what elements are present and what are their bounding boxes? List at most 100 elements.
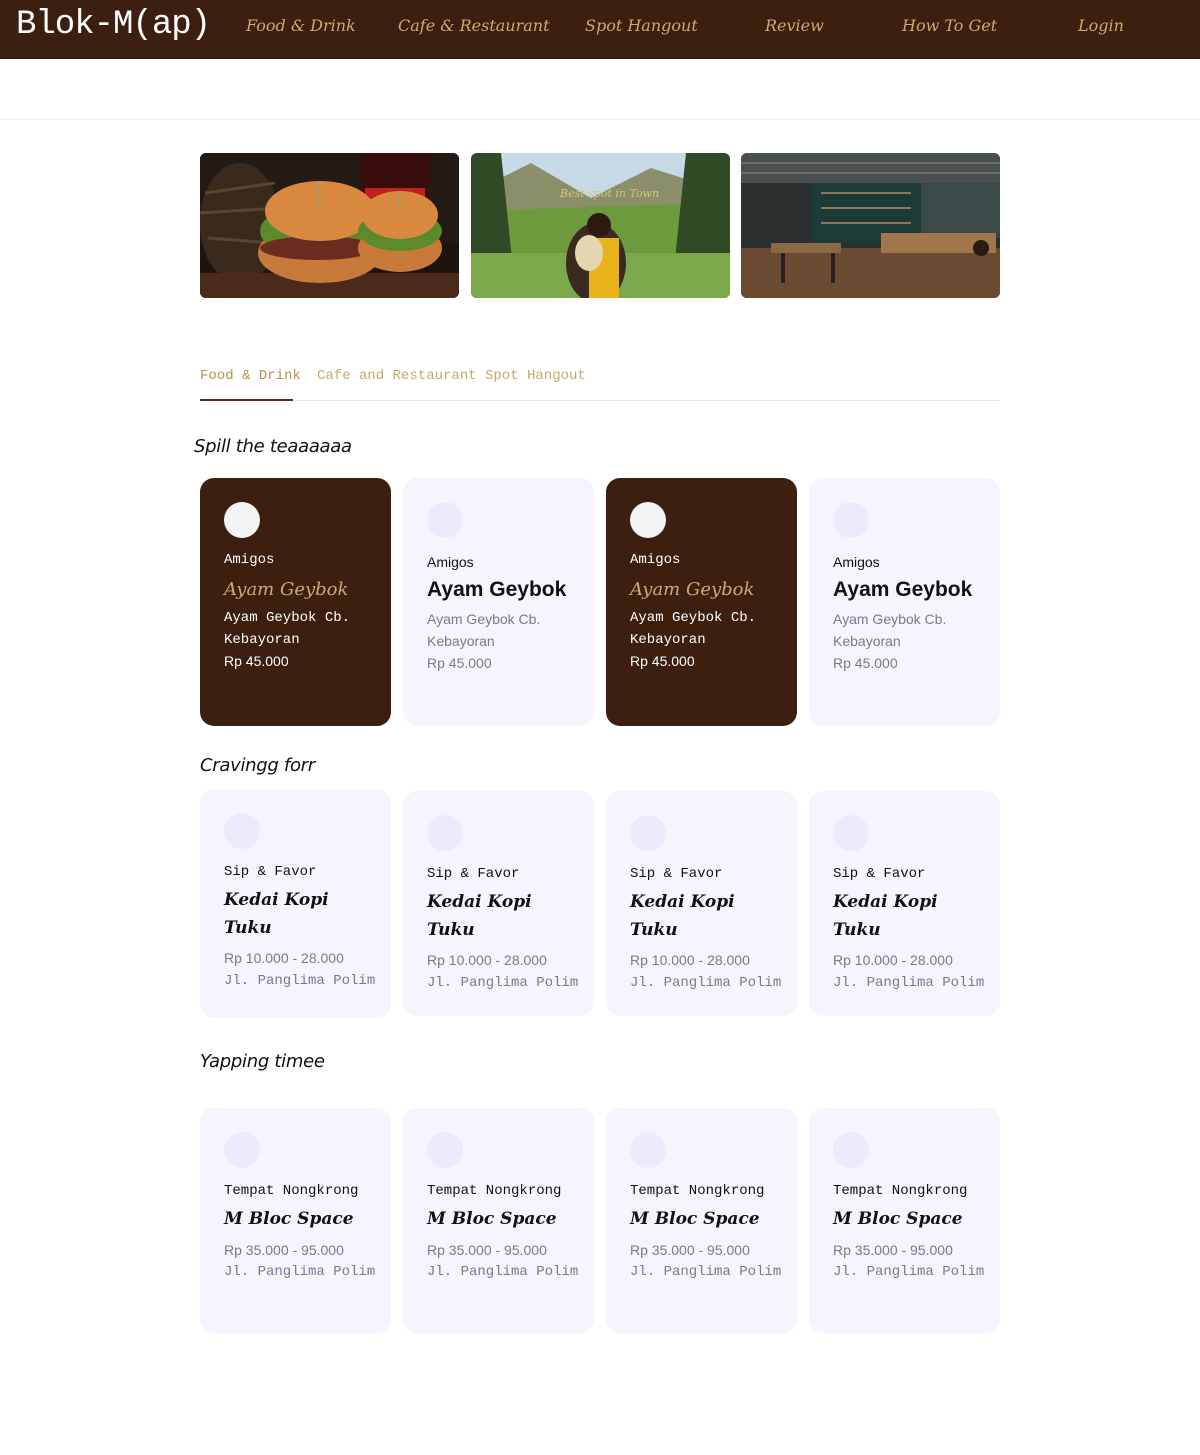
card-category: Tempat Nongkrong [833, 1183, 968, 1199]
avatar [224, 813, 260, 849]
tab-food-drink[interactable]: Food & Drink [200, 368, 301, 384]
card-category: Sip & Favor [630, 866, 723, 882]
card-location: Kebayoran [630, 632, 706, 648]
tabs-divider [200, 400, 1000, 401]
avatar [833, 815, 869, 851]
card-category: Sip & Favor [833, 866, 926, 882]
card-title: Ayam Geybok [630, 579, 755, 600]
card-address: Jl. Panglima Polim [833, 975, 985, 991]
nav-link-spot-hangout[interactable]: Spot Hangout [585, 16, 698, 35]
nav-link-how-to-get[interactable]: How To Get [902, 16, 997, 35]
card-category: Amigos [224, 552, 275, 568]
card-category: Tempat Nongkrong [224, 1183, 359, 1199]
nav-link-cafe-restaurant[interactable]: Cafe & Restaurant [398, 16, 550, 35]
card-title: Kedai Kopi [630, 892, 735, 912]
card-category: Amigos [833, 554, 880, 570]
hangout-card[interactable]: Tempat Nongkrong M Bloc Space Rp 35.000 … [403, 1108, 594, 1333]
card-price: Rp 10.000 - 28.000 [630, 952, 750, 968]
card-category: Amigos [630, 552, 681, 568]
card-price: Rp 45.000 [833, 655, 898, 671]
avatar [427, 1132, 463, 1168]
card-price: Rp 45.000 [224, 653, 289, 669]
card-title: Ayam Geybok [224, 579, 349, 600]
nav-link-food-drink[interactable]: Food & Drink [246, 16, 356, 35]
card-category: Tempat Nongkrong [427, 1183, 562, 1199]
divider [0, 119, 1200, 120]
hero-image-burger [200, 153, 459, 298]
card-title: Ayam Geybok [427, 578, 567, 601]
food-card[interactable]: Amigos Ayam Geybok Ayam Geybok Cb. Kebay… [809, 478, 1000, 726]
card-title: M Bloc Space [224, 1209, 354, 1229]
tab-spot-hangout[interactable]: Spot Hangout [485, 368, 586, 384]
card-description: Ayam Geybok Cb. [427, 611, 541, 627]
card-title: M Bloc Space [427, 1209, 557, 1229]
avatar [224, 502, 260, 538]
card-location: Kebayoran [224, 632, 300, 648]
cafe-card[interactable]: Sip & Favor Kedai Kopi Tuku Rp 10.000 - … [403, 791, 594, 1016]
card-address: Jl. Panglima Polim [630, 975, 782, 991]
card-title: Kedai Kopi [427, 892, 532, 912]
hangout-card[interactable]: Tempat Nongkrong M Bloc Space Rp 35.000 … [200, 1108, 391, 1333]
brand-logo[interactable]: Blok-M(ap) [16, 6, 211, 44]
card-location: Kebayoran [833, 633, 901, 649]
card-title-line-2: Tuku [833, 920, 881, 940]
card-description: Ayam Geybok Cb. [833, 611, 947, 627]
card-title: Kedai Kopi [833, 892, 938, 912]
avatar [833, 1132, 869, 1168]
card-title: M Bloc Space [630, 1209, 760, 1229]
avatar [427, 815, 463, 851]
card-address: Jl. Panglima Polim [224, 1264, 376, 1280]
card-description: Ayam Geybok Cb. [224, 610, 351, 626]
card-title-line-2: Tuku [630, 920, 678, 940]
card-title: M Bloc Space [833, 1209, 963, 1229]
food-card[interactable]: Amigos Ayam Geybok Ayam Geybok Cb. Kebay… [403, 478, 594, 726]
card-price: Rp 45.000 [630, 653, 695, 669]
avatar [224, 1132, 260, 1168]
card-category: Tempat Nongkrong [630, 1183, 765, 1199]
avatar [427, 502, 463, 538]
section-title-cravingg-forr: Cravingg forr [200, 755, 315, 776]
card-address: Jl. Panglima Polim [630, 1264, 782, 1280]
hangout-card[interactable]: Tempat Nongkrong M Bloc Space Rp 35.000 … [606, 1108, 797, 1333]
food-card[interactable]: Amigos Ayam Geybok Ayam Geybok Cb. Kebay… [606, 478, 797, 726]
active-tab-indicator [200, 399, 293, 401]
cafe-card[interactable]: Sip & Favor Kedai Kopi Tuku Rp 10.000 - … [809, 791, 1000, 1016]
card-price: Rp 10.000 - 28.000 [224, 950, 344, 966]
hero-overlay-text: Best spot in Town [560, 187, 660, 200]
hangout-card[interactable]: Tempat Nongkrong M Bloc Space Rp 35.000 … [809, 1108, 1000, 1333]
avatar [833, 502, 869, 538]
card-price: Rp 35.000 - 95.000 [630, 1242, 750, 1258]
card-price: Rp 10.000 - 28.000 [427, 952, 547, 968]
nav-link-review[interactable]: Review [765, 16, 824, 35]
card-price: Rp 45.000 [427, 655, 492, 671]
cafe-card[interactable]: Sip & Favor Kedai Kopi Tuku Rp 10.000 - … [200, 789, 391, 1018]
avatar [630, 1132, 666, 1168]
card-category: Sip & Favor [427, 866, 520, 882]
avatar [630, 815, 666, 851]
food-card[interactable]: Amigos Ayam Geybok Ayam Geybok Cb. Kebay… [200, 478, 391, 726]
hero-image-valley [471, 153, 730, 298]
card-address: Jl. Panglima Polim [224, 973, 376, 989]
section-title-spill-the-tea: Spill the teaaaaaa [194, 436, 352, 457]
card-address: Jl. Panglima Polim [833, 1264, 985, 1280]
nav-link-login[interactable]: Login [1078, 16, 1124, 35]
card-price: Rp 35.000 - 95.000 [427, 1242, 547, 1258]
card-title: Ayam Geybok [833, 578, 973, 601]
section-title-yapping-timee: Yapping timee [200, 1051, 325, 1072]
card-price: Rp 10.000 - 28.000 [833, 952, 953, 968]
card-address: Jl. Panglima Polim [427, 975, 579, 991]
card-title-line-2: Tuku [224, 918, 272, 938]
card-address: Jl. Panglima Polim [427, 1264, 579, 1280]
cafe-card[interactable]: Sip & Favor Kedai Kopi Tuku Rp 10.000 - … [606, 791, 797, 1016]
card-title-line-2: Tuku [427, 920, 475, 940]
card-price: Rp 35.000 - 95.000 [833, 1242, 953, 1258]
card-title: Kedai Kopi [224, 890, 329, 910]
tab-cafe-restaurant[interactable]: Cafe and Restaurant [317, 368, 477, 384]
avatar [630, 502, 666, 538]
card-category: Amigos [427, 554, 474, 570]
card-description: Ayam Geybok Cb. [630, 610, 757, 626]
top-navbar: Blok-M(ap) Food & Drink Cafe & Restauran… [0, 0, 1200, 59]
card-price: Rp 35.000 - 95.000 [224, 1242, 344, 1258]
hero-image-cafe-interior [741, 153, 1000, 298]
card-location: Kebayoran [427, 633, 495, 649]
